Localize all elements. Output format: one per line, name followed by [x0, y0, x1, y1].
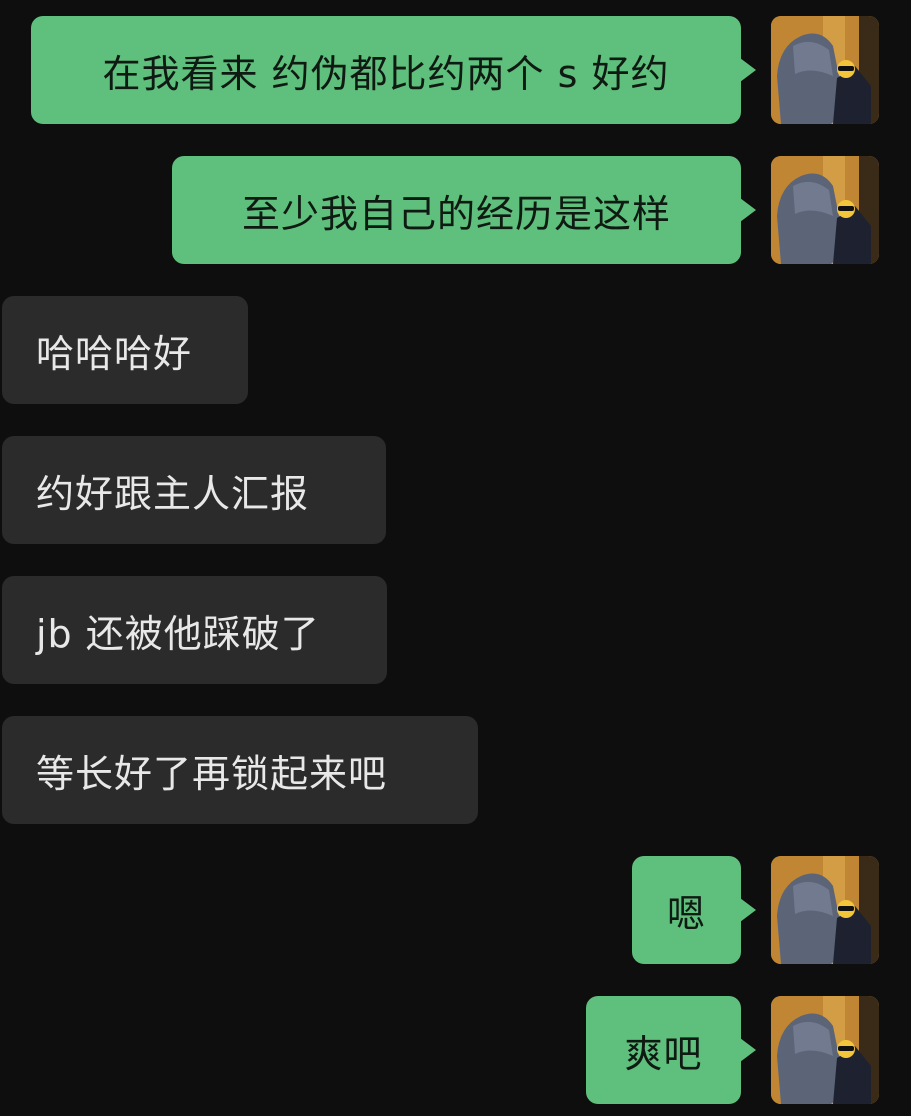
incoming-message-bubble[interactable]: jb 还被他踩破了: [2, 576, 387, 684]
avatar-image-icon: [771, 996, 879, 1104]
my-avatar[interactable]: [771, 156, 879, 264]
chat-message-list: 在我看来 约伪都比约两个 s 好约 至少我自己的经历是这样 哈哈哈好 约好跟主人…: [0, 0, 911, 1116]
incoming-message-bubble[interactable]: 等长好了再锁起来吧: [2, 716, 478, 824]
outgoing-message-bubble[interactable]: 爽吧: [586, 996, 756, 1104]
message-text: 爽吧: [624, 1031, 703, 1076]
message-text: 嗯: [666, 891, 706, 936]
avatar-image-icon: [771, 16, 879, 124]
my-avatar[interactable]: [771, 996, 879, 1104]
message-text: 至少我自己的经历是这样: [241, 191, 671, 236]
message-text: 在我看来 约伪都比约两个 s 好约: [102, 51, 670, 96]
outgoing-message-bubble[interactable]: 至少我自己的经历是这样: [172, 156, 756, 264]
outgoing-message-bubble[interactable]: 嗯: [632, 856, 756, 964]
my-avatar[interactable]: [771, 16, 879, 124]
message-text: 哈哈哈好: [36, 331, 193, 376]
message-text: jb 还被他踩破了: [36, 611, 320, 656]
my-avatar[interactable]: [771, 856, 879, 964]
incoming-message-bubble[interactable]: 哈哈哈好: [2, 296, 248, 404]
outgoing-message-bubble[interactable]: 在我看来 约伪都比约两个 s 好约: [31, 16, 756, 124]
avatar-image-icon: [771, 856, 879, 964]
avatar-image-icon: [771, 156, 879, 264]
message-text: 约好跟主人汇报: [36, 471, 310, 516]
incoming-message-bubble[interactable]: 约好跟主人汇报: [2, 436, 386, 544]
message-text: 等长好了再锁起来吧: [36, 751, 388, 796]
